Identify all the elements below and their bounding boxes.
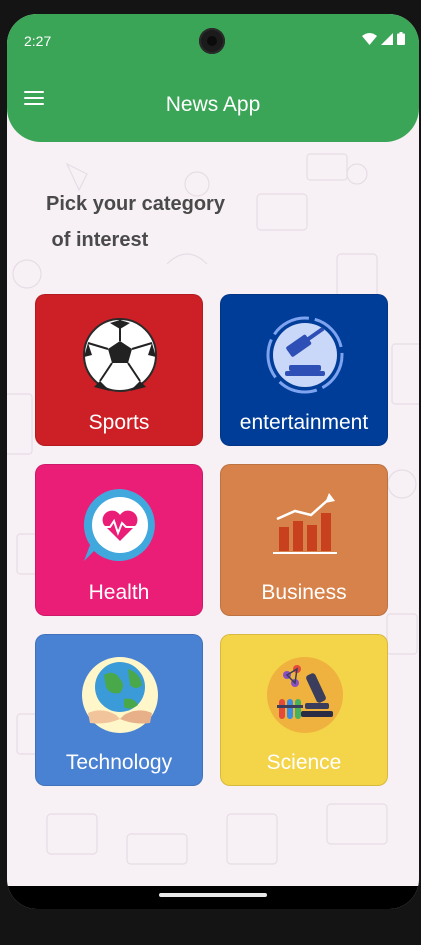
wifi-icon [362,32,377,45]
page-heading: Pick your category of interest [46,193,225,251]
status-time: 2:27 [24,33,52,49]
status-icons [362,32,405,45]
home-gesture-handle[interactable] [159,893,267,897]
battery-icon [397,32,405,45]
microscope-lab-icon [267,657,343,733]
category-card-health[interactable]: Health [35,464,203,616]
category-card-sports[interactable]: Sports [35,294,203,446]
category-card-entertainment[interactable]: entertainment [220,294,388,446]
phone-screen: 2:27 News App Pick your category of inte… [7,14,419,909]
category-card-business[interactable]: Business [220,464,388,616]
bar-chart-growth-icon [273,493,337,554]
system-navigation-bar [7,886,419,909]
category-label-entertainment: entertainment [239,411,369,434]
heart-pulse-icon [83,488,155,561]
soccer-ball-icon [83,318,157,392]
category-card-technology[interactable]: Technology [35,634,203,786]
earth-hands-icon [82,657,158,733]
front-camera [199,28,225,54]
app-bar: 2:27 News App [7,14,419,142]
category-card-science[interactable]: Science [220,634,388,786]
category-label-sports: Sports [88,411,150,434]
category-label-health: Health [88,581,150,604]
gavel-icon [266,316,344,394]
category-grid: Sports entertainment Health Business Tec… [35,294,391,789]
category-label-technology: Technology [65,751,173,774]
app-title: News App [165,93,261,116]
category-label-science: Science [266,751,342,774]
category-label-business: Business [261,581,347,604]
signal-icon [381,32,393,45]
